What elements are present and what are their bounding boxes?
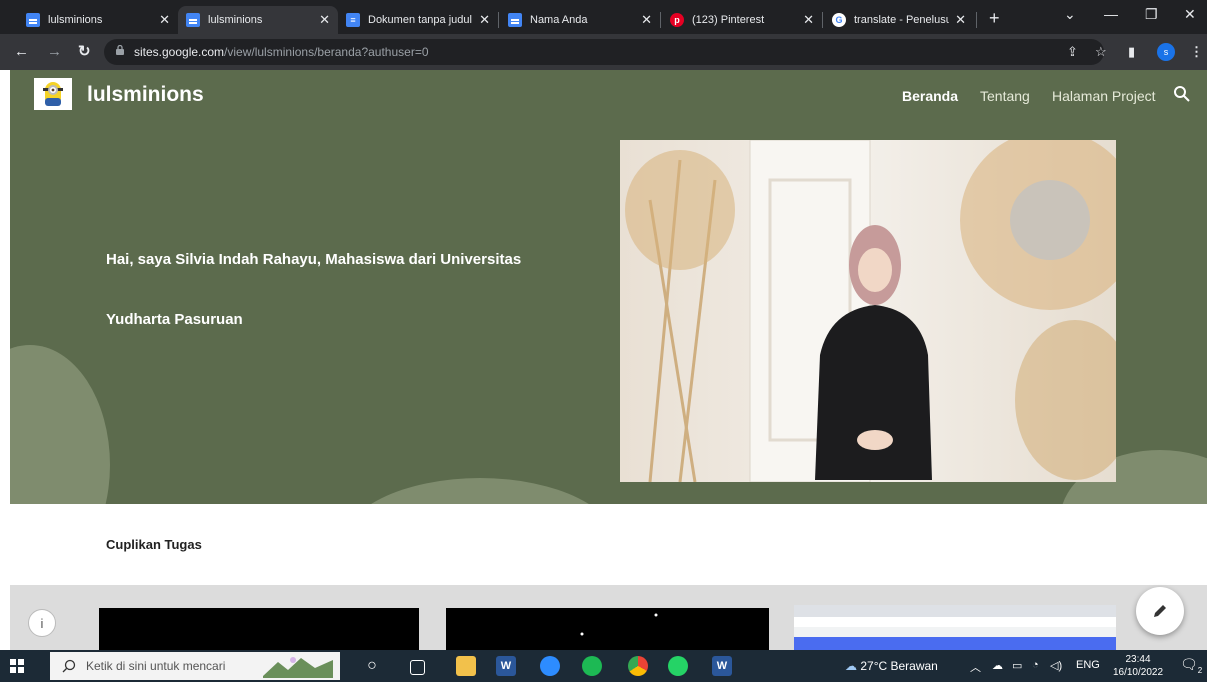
address-bar[interactable]: sites.google.com/view/lulsminions/berand… (104, 39, 1104, 65)
close-tab-icon[interactable]: ✕ (803, 12, 814, 28)
close-tab-icon[interactable]: ✕ (641, 12, 652, 28)
speaker-icon[interactable]: ◁) (1050, 659, 1062, 672)
back-arrow-icon[interactable]: ← (14, 43, 29, 61)
zoom-icon[interactable] (540, 656, 560, 676)
page-viewport: lulsminions Beranda Tentang Halaman Proj… (10, 70, 1207, 650)
weather-widget[interactable]: ☁ 27°C Berawan (845, 659, 938, 673)
gallery-thumbnail[interactable] (99, 608, 419, 650)
battery-icon[interactable]: ▭ (1012, 659, 1022, 672)
lock-icon[interactable] (116, 45, 124, 55)
hero-line-2: Yudharta Pasuruan (106, 311, 243, 328)
share-icon[interactable]: ⇪ (1067, 44, 1078, 60)
browser-toolbar: ← → ↻ sites.google.com/view/lulsminions/… (0, 34, 1207, 70)
tab-separator (822, 12, 823, 28)
menu-kebab-icon[interactable]: ⋮ (1190, 44, 1203, 60)
site-logo-minion[interactable] (34, 78, 72, 110)
pinterest-icon: p (670, 13, 684, 27)
new-tab-button[interactable]: + (989, 8, 1000, 29)
tab-search-icon[interactable]: ⌄ (1064, 6, 1076, 23)
minimize-icon[interactable]: — (1104, 6, 1118, 22)
search-icon[interactable] (1173, 85, 1191, 103)
word-icon[interactable]: W (712, 656, 732, 676)
gallery-thumbnail[interactable] (794, 605, 1116, 650)
cortana-icon[interactable]: ○ (362, 656, 382, 676)
windows-start-icon[interactable] (10, 659, 24, 673)
tab-nama-anda[interactable]: Nama Anda ✕ (500, 6, 660, 34)
task-view-icon[interactable] (410, 660, 425, 675)
bookmark-star-icon[interactable]: ☆ (1095, 44, 1107, 60)
notification-icon[interactable]: 🗨2 (1180, 656, 1202, 675)
nav-tentang[interactable]: Tentang (980, 88, 1030, 104)
windows-taskbar: Ketik di sini untuk mencari ○ W W ☁ 27°C… (0, 650, 1207, 682)
clock-time: 23:44 (1125, 654, 1151, 665)
weather-text: 27°C Berawan (860, 659, 938, 673)
show-hidden-icons-chevron-icon[interactable]: ︿ (970, 659, 981, 675)
tab-translate[interactable]: G translate - Penelusuran ✕ (824, 6, 974, 34)
tab-lulsminions-2[interactable]: lulsminions ✕ (178, 6, 338, 34)
close-tab-icon[interactable]: ✕ (159, 12, 170, 28)
gallery-thumbnail[interactable] (446, 608, 769, 650)
tab-title: lulsminions (48, 14, 103, 26)
notification-count: 2 (1197, 665, 1203, 675)
nav-halaman-project[interactable]: Halaman Project (1052, 88, 1156, 104)
tab-title: translate - Penelusuran (854, 14, 950, 26)
tab-separator (976, 12, 977, 28)
google-sites-icon (186, 13, 200, 27)
chrome-icon[interactable] (628, 656, 648, 676)
section-title: Cuplikan Tugas (106, 537, 202, 552)
decorative-blob (10, 345, 110, 504)
file-explorer-icon[interactable] (456, 656, 476, 676)
google-icon: G (832, 13, 846, 27)
tab-title: (123) Pinterest (692, 14, 765, 26)
restore-icon[interactable]: ❐ (1145, 6, 1158, 23)
url-text[interactable]: sites.google.com/view/lulsminions/berand… (134, 45, 429, 59)
google-docs-icon: ≡ (346, 13, 360, 27)
cloud-icon: ☁ (845, 659, 857, 673)
url-path: /view/lulsminions/beranda?authuser=0 (224, 45, 429, 59)
nav-beranda[interactable]: Beranda (902, 88, 958, 104)
tab-separator (660, 12, 661, 28)
close-tab-icon[interactable]: ✕ (319, 12, 330, 28)
url-domain: sites.google.com (134, 45, 225, 59)
edit-pencil-button[interactable] (1136, 587, 1184, 635)
search-highlight-icon (263, 657, 334, 678)
tab-title: Nama Anda (530, 14, 588, 26)
language-indicator[interactable]: ENG (1076, 659, 1100, 671)
wifi-icon[interactable]: ◔ (1032, 659, 1039, 671)
hero-heading: Hai, saya Silvia Indah Rahayu, Mahasiswa… (106, 230, 606, 350)
whatsapp-icon[interactable] (668, 656, 688, 676)
profile-avatar[interactable]: s (1157, 43, 1175, 61)
word-icon[interactable]: W (496, 656, 516, 676)
hero-line-1: Hai, saya Silvia Indah Rahayu, Mahasiswa… (106, 251, 522, 268)
hero-section: lulsminions Beranda Tentang Halaman Proj… (10, 70, 1207, 504)
site-title[interactable]: lulsminions (87, 83, 204, 107)
search-icon (62, 659, 76, 673)
tab-pinterest[interactable]: p (123) Pinterest ✕ (662, 6, 822, 34)
spotify-icon[interactable] (582, 656, 602, 676)
tab-dokumen[interactable]: ≡ Dokumen tanpa judul ✕ (338, 6, 498, 34)
info-button[interactable]: i (28, 609, 56, 637)
forward-arrow-icon[interactable]: → (47, 43, 62, 61)
tab-separator (498, 12, 499, 28)
gallery-strip: i (10, 585, 1207, 650)
side-panel-icon[interactable]: ▮ (1128, 44, 1135, 60)
onedrive-cloud-icon[interactable]: ☁ (992, 659, 1003, 672)
google-sites-icon (26, 13, 40, 27)
tab-title: lulsminions (208, 14, 263, 26)
google-sites-icon (508, 13, 522, 27)
pencil-icon (1154, 605, 1166, 617)
close-window-icon[interactable]: ✕ (1184, 6, 1196, 23)
browser-tab-strip: lulsminions ✕ lulsminions ✕ ≡ Dokumen ta… (0, 0, 1207, 34)
taskbar-search-placeholder: Ketik di sini untuk mencari (86, 659, 226, 673)
taskbar-search-box[interactable]: Ketik di sini untuk mencari (50, 652, 340, 680)
decorative-blob (340, 478, 620, 504)
tab-lulsminions-1[interactable]: lulsminions ✕ (18, 6, 178, 34)
tab-title: Dokumen tanpa judul (368, 14, 472, 26)
reload-icon[interactable]: ↻ (78, 43, 91, 61)
clock[interactable]: 23:44 16/10/2022 (1108, 653, 1168, 679)
profile-photo (620, 140, 1116, 482)
close-tab-icon[interactable]: ✕ (955, 12, 966, 28)
clock-date: 16/10/2022 (1112, 667, 1164, 678)
close-tab-icon[interactable]: ✕ (479, 12, 490, 28)
